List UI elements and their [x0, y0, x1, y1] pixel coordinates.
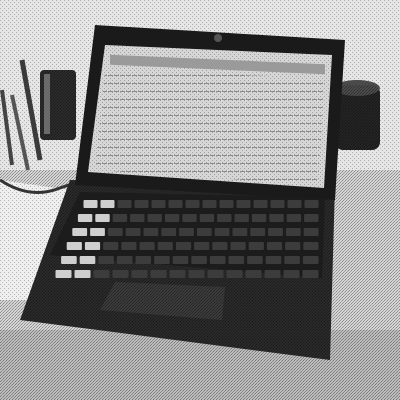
keyboard-key	[98, 256, 114, 264]
keyboard-key	[266, 242, 283, 250]
keyboard-key	[161, 228, 177, 236]
keyboard-key	[268, 228, 283, 236]
keyboard-key	[172, 256, 189, 264]
keyboard-key	[212, 242, 228, 250]
keyboard-key	[90, 228, 105, 236]
keyboard-key	[61, 256, 77, 264]
keyboard-key	[250, 228, 266, 236]
keyboard-key	[55, 270, 72, 278]
keyboard-key	[232, 228, 248, 236]
keyboard-key	[116, 256, 133, 264]
keyboard-key	[217, 214, 232, 222]
keyboard-key	[248, 242, 264, 250]
keyboard-key	[134, 200, 149, 208]
keyboard-key	[175, 242, 192, 250]
keyboard-key	[147, 214, 162, 222]
keyboard-key	[84, 242, 101, 250]
keyboard-key	[247, 256, 263, 264]
keyboard-key	[77, 214, 93, 222]
keyboard-key	[283, 270, 300, 278]
keyboard-key	[107, 228, 123, 236]
screen-content-lines	[95, 70, 325, 185]
keyboard-key	[284, 256, 300, 264]
keyboard-key	[74, 270, 91, 278]
keyboard-key	[157, 242, 173, 250]
keyboard-key	[100, 200, 115, 208]
keyboard-key	[196, 228, 212, 236]
keyboard-key	[66, 242, 82, 250]
keyboard-key	[182, 214, 197, 222]
keyboard-key	[303, 228, 319, 236]
keyboard-key	[150, 270, 167, 278]
keyboard-key	[226, 270, 243, 278]
keyboard-key	[131, 270, 148, 278]
keyboard-key	[285, 242, 301, 250]
keyboard-key	[130, 214, 145, 222]
keyboard-key	[164, 214, 180, 222]
keyboard-key	[202, 200, 217, 208]
keyboard-key	[143, 228, 159, 236]
keyboard-key	[168, 200, 183, 208]
keyboard-key	[79, 256, 96, 264]
keyboard-key	[269, 214, 284, 222]
keyboard-key	[302, 270, 319, 278]
photo-svg	[0, 0, 400, 400]
keyboard-key	[103, 242, 119, 250]
keyboard-key	[72, 228, 88, 236]
keyboard-key	[287, 200, 302, 208]
keyboard-key	[245, 270, 262, 278]
keyboard-key	[270, 200, 285, 208]
keyboard-key	[304, 200, 319, 208]
keyboard-key	[93, 270, 110, 278]
keyboard-key	[264, 270, 281, 278]
keyboard-key	[112, 214, 128, 222]
keyboard-key	[230, 242, 246, 250]
keyboard-key	[125, 228, 141, 236]
keyboard-key	[265, 256, 282, 264]
keyboard-key	[191, 256, 207, 264]
keyboard-key	[199, 214, 215, 222]
keyboard-key	[219, 200, 234, 208]
keyboard-key	[302, 256, 319, 264]
keyboard-key	[121, 242, 137, 250]
keyboard-key	[135, 256, 152, 264]
keyboard-key	[253, 200, 268, 208]
keyboard-key	[234, 214, 249, 222]
keyboard-key	[185, 200, 200, 208]
photo-scene	[0, 0, 400, 400]
keyboard-key	[83, 200, 98, 208]
keyboard-key	[151, 200, 166, 208]
keyboard-key	[214, 228, 230, 236]
webcam-icon	[214, 34, 222, 42]
keyboard-key	[286, 214, 302, 222]
keyboard-key	[285, 228, 301, 236]
keyboard-key	[236, 200, 251, 208]
keyboard-key	[117, 200, 132, 208]
keyboard-key	[154, 256, 170, 264]
keyboard-key	[251, 214, 267, 222]
keyboard-key	[194, 242, 210, 250]
keyboard-key	[95, 214, 110, 222]
keyboard-key	[179, 228, 194, 236]
round-container-dither	[335, 85, 380, 150]
keyboard-key	[304, 214, 319, 222]
pen-holder-shine	[44, 74, 50, 134]
keyboard-key	[169, 270, 186, 278]
keyboard-key	[209, 256, 226, 264]
keyboard-key	[188, 270, 205, 278]
keyboard-key	[207, 270, 224, 278]
keyboard-key	[303, 242, 319, 250]
keyboard-key	[228, 256, 245, 264]
keyboard-key	[139, 242, 155, 250]
keyboard-key	[112, 270, 129, 278]
